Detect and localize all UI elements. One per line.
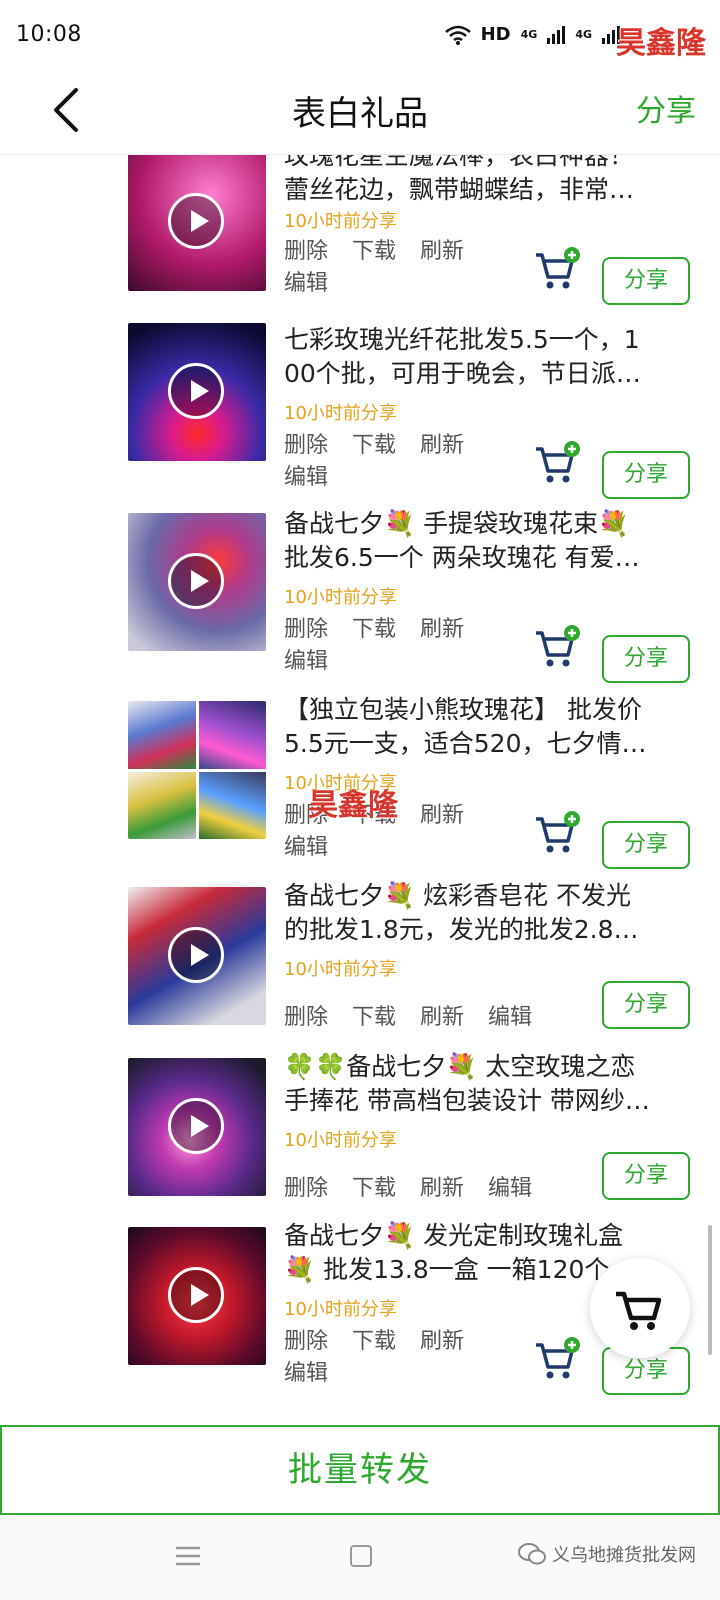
refresh-button[interactable]: 刷新 [420,1323,464,1355]
delete-button[interactable]: 删除 [284,233,328,265]
download-button[interactable]: 下载 [352,999,396,1031]
system-nav-bar: 义乌地摊货批发网 [0,1515,720,1600]
watermark-logo: 昊鑫隆 [616,26,706,61]
item-description: 玫瑰花星空魔法棒，表白神器！ 蕾丝花边，飘带蝴蝶结，非常… [284,155,635,204]
edit-button[interactable]: 编辑 [284,1355,328,1387]
share-time: 10小时前分享 [284,959,397,980]
footer-watermark-text: 义乌地摊货批发网 [552,1545,696,1566]
delete-button[interactable]: 删除 [284,611,328,643]
share-button[interactable]: 分享 [602,257,690,305]
share-time: 10小时前分享 [284,587,397,608]
delete-button[interactable]: 删除 [284,1323,328,1355]
signal-icon [547,25,566,44]
edit-button[interactable]: 编辑 [488,1170,532,1202]
share-button[interactable]: 分享 [602,981,690,1029]
edit-button[interactable]: 编辑 [284,643,328,675]
product-thumbnail[interactable] [128,323,266,461]
delete-button[interactable]: 删除 [284,999,328,1031]
item-description: 🍀🍀备战七夕💐 太空玫瑰之恋 手捧花 带高档包装设计 带网纱… [284,1052,650,1115]
delete-button[interactable]: 删除 [284,427,328,459]
product-thumbnail[interactable] [128,1227,266,1365]
menu-icon[interactable] [176,1545,200,1567]
edit-button[interactable]: 编辑 [284,459,328,491]
signal-label-1: 4G [520,28,538,41]
item-description: 备战七夕💐 炫彩香皂花 不发光 的批发1.8元，发光的批发2.8… [284,881,639,944]
signal-label-2: 4G [575,28,592,41]
download-button[interactable]: 下载 [352,233,396,265]
item-description: 七彩玫瑰光纤花批发5.5一个，1 00个批，可用于晚会，节日派… [284,325,641,388]
nav-bar: 表白礼品 分享 [0,70,720,155]
network-label: HD [480,24,511,45]
cart-icon [616,1291,662,1330]
home-icon[interactable] [350,1545,372,1567]
edit-button[interactable]: 编辑 [284,265,328,297]
play-icon[interactable] [168,553,224,609]
product-thumbnail-grid[interactable] [128,701,266,839]
refresh-button[interactable]: 刷新 [420,797,464,829]
play-icon[interactable] [168,1267,224,1323]
status-icons: HD 4G 4G [444,24,620,45]
refresh-button[interactable]: 刷新 [420,999,464,1031]
header-share-button[interactable]: 分享 [636,86,696,130]
add-to-cart-icon[interactable] [534,811,582,855]
footer-watermark: 义乌地摊货批发网 [518,1541,696,1567]
share-time: 10小时前分享 [284,211,397,232]
play-icon[interactable] [168,927,224,983]
download-button[interactable]: 下载 [352,1170,396,1202]
share-time: 10小时前分享 [284,1299,397,1320]
floating-cart-button[interactable] [590,1258,690,1358]
add-to-cart-icon[interactable] [534,1337,582,1381]
edit-button[interactable]: 编辑 [488,999,532,1031]
download-button[interactable]: 下载 [352,611,396,643]
edit-button[interactable]: 编辑 [284,829,328,861]
download-button[interactable]: 下载 [352,427,396,459]
play-icon[interactable] [168,1098,224,1154]
add-to-cart-icon[interactable] [534,441,582,485]
product-thumbnail[interactable] [128,513,266,651]
play-icon[interactable] [168,193,224,249]
status-time: 10:08 [16,22,82,47]
scrollbar[interactable] [708,1225,712,1355]
share-button[interactable]: 分享 [602,635,690,683]
product-thumbnail[interactable] [128,155,266,291]
watermark-logo-overlay: 昊鑫隆 [308,788,398,823]
refresh-button[interactable]: 刷新 [420,1170,464,1202]
status-bar: 10:08 HD 4G 4G 昊鑫隆 [0,0,720,70]
product-thumbnail[interactable] [128,887,266,1025]
share-button[interactable]: 分享 [602,451,690,499]
download-button[interactable]: 下载 [352,1323,396,1355]
refresh-button[interactable]: 刷新 [420,611,464,643]
page-title: 表白礼品 [292,94,428,134]
item-description: 【独立包装小熊玫瑰花】 批发价 5.5元一支，适合520，七夕情… [284,695,647,758]
refresh-button[interactable]: 刷新 [420,233,464,265]
add-to-cart-icon[interactable] [534,625,582,669]
item-description: 备战七夕💐 手提袋玫瑰花束💐 批发6.5一个 两朵玫瑰花 有爱… [284,509,640,572]
delete-button[interactable]: 删除 [284,1170,328,1202]
wifi-icon [444,25,471,45]
add-to-cart-icon[interactable] [534,247,582,291]
wechat-icon [518,1543,546,1565]
share-button[interactable]: 分享 [602,1152,690,1200]
share-button[interactable]: 分享 [602,821,690,869]
product-thumbnail[interactable] [128,1058,266,1196]
share-time: 10小时前分享 [284,403,397,424]
share-time: 10小时前分享 [284,1130,397,1151]
refresh-button[interactable]: 刷新 [420,427,464,459]
play-icon[interactable] [168,363,224,419]
batch-forward-button[interactable]: 批量转发 [0,1425,720,1515]
